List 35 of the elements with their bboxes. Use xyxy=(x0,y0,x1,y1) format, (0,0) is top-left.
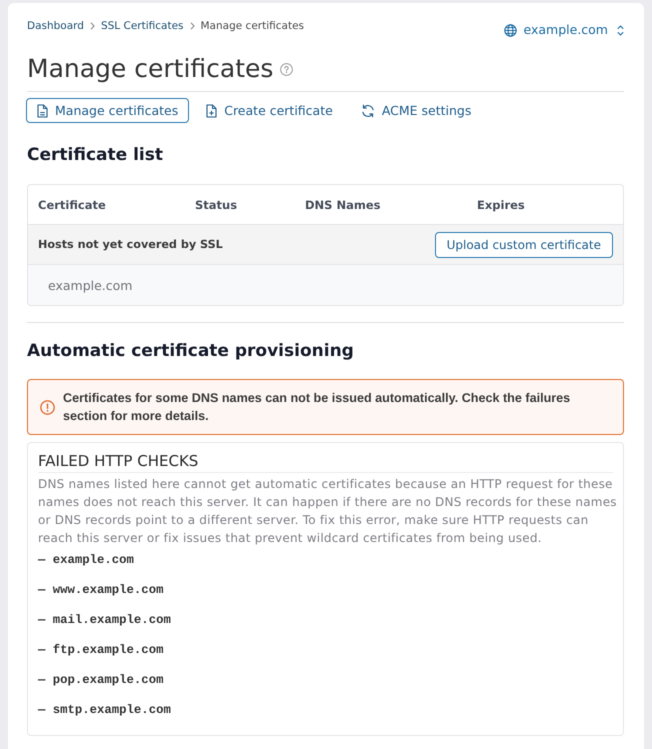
breadcrumb-link[interactable]: Dashboard xyxy=(27,17,84,35)
breadcrumb-link[interactable]: SSL Certificates xyxy=(100,17,184,35)
dns-name: — www.example.com xyxy=(38,582,164,599)
help-icon[interactable] xyxy=(280,62,294,76)
document-icon xyxy=(37,104,48,118)
section-heading: Automatic certificate provisioning xyxy=(27,340,355,363)
globe-icon xyxy=(504,24,517,36)
column-header: Expires xyxy=(476,198,526,212)
dns-name: — smtp.example.com xyxy=(38,702,171,719)
group-label: Hosts not yet covered by SSL xyxy=(38,238,223,251)
upload-certificate-button[interactable]: Upload custom certificate xyxy=(434,232,613,258)
section-heading: Certificate list xyxy=(27,144,164,167)
domain-selector[interactable]: example.com xyxy=(504,21,624,39)
column-header: Certificate xyxy=(37,198,107,212)
panel-title: FAILED HTTP CHECKS xyxy=(38,451,200,471)
refresh-icon xyxy=(360,104,375,118)
page-title: Manage certificates xyxy=(27,53,274,85)
tab[interactable]: Manage certificates xyxy=(26,98,190,123)
description-text: DNS names listed here cannot get automatic certificates because an HTTP request for these names does not reach this server. It can happen if there are no DNS records for these names or DNS records point to a different server. To fix this error, make sure HTTP requests can reach this server or fix issues that prevent wildcard certificates from being used. xyxy=(38,476,617,547)
column-header: DNS Names xyxy=(304,198,382,212)
host-cell: example.com xyxy=(48,278,132,292)
chevron-right-icon xyxy=(90,22,95,30)
tab[interactable]: Create certificate xyxy=(195,98,344,123)
chevron-right-icon xyxy=(190,22,194,30)
dns-name: — example.com xyxy=(38,552,134,569)
exclamation-circle-icon xyxy=(40,400,55,414)
breadcrumb-current: Manage certificates xyxy=(200,19,304,34)
alert-message: Certificates for some DNS names can not be issued automatically. Check the failures section for more details. xyxy=(63,390,572,425)
document-plus-icon xyxy=(206,104,218,118)
tab[interactable]: ACME settings xyxy=(350,98,482,123)
up-down-chevron-icon xyxy=(617,24,624,36)
column-header: Status xyxy=(194,198,238,212)
dns-name: — mail.example.com xyxy=(38,612,171,629)
dns-name: — ftp.example.com xyxy=(38,642,164,659)
dns-name: — pop.example.com xyxy=(38,672,164,689)
